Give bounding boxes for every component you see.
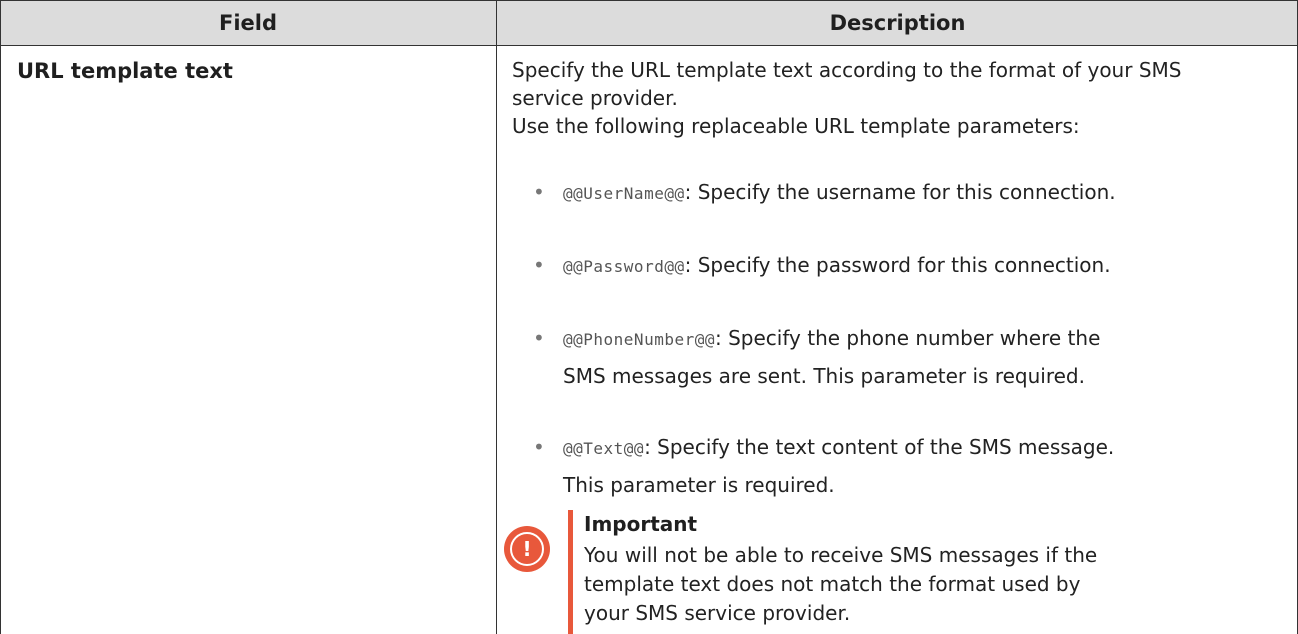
bullet-icon: • — [533, 180, 545, 204]
param-desc: : Specify the username for this connecti… — [684, 180, 1116, 204]
important-line-1: You will not be able to receive SMS mess… — [584, 543, 1098, 567]
important-title: Important — [584, 512, 698, 536]
param-desc-line-2: SMS messages are sent. This parameter is… — [563, 364, 1085, 388]
important-accent-bar — [568, 510, 573, 634]
important-line-2: template text does not match the format … — [584, 572, 1081, 596]
table-border-left — [0, 0, 1, 634]
header-field: Field — [0, 0, 496, 45]
param-desc: : Specify the phone number where the — [715, 326, 1101, 350]
header-divider — [0, 45, 1298, 46]
table-border-top — [0, 0, 1298, 1]
header-description-label: Description — [829, 10, 966, 35]
param-item-text: • @@Text@@: Specify the text content of … — [533, 429, 1114, 503]
bullet-icon: • — [533, 253, 545, 277]
param-desc-line-2: This parameter is required. — [563, 473, 835, 497]
description-intro: Specify the URL template text according … — [512, 56, 1284, 140]
param-code: @@Password@@ — [563, 257, 685, 276]
important-line-3: your SMS service provider. — [584, 601, 851, 625]
param-code: @@Text@@ — [563, 439, 645, 458]
param-desc: : Specify the text content of the SMS me… — [644, 435, 1115, 459]
important-text: You will not be able to receive SMS mess… — [584, 541, 1174, 628]
param-desc: : Specify the password for this connecti… — [684, 253, 1111, 277]
param-item-phonenumber: • @@PhoneNumber@@: Specify the phone num… — [533, 320, 1100, 394]
intro-line-2: service provider. — [512, 86, 678, 110]
intro-line-3: Use the following replaceable URL templa… — [512, 114, 1080, 138]
parameter-table: Field Description URL template text Spec… — [0, 0, 1298, 634]
intro-line-1: Specify the URL template text according … — [512, 58, 1182, 82]
bullet-icon: • — [533, 435, 545, 459]
bullet-icon: • — [533, 326, 545, 350]
param-item-password: • @@Password@@: Specify the password for… — [533, 247, 1111, 285]
field-name-cell: URL template text — [17, 59, 233, 83]
param-code: @@PhoneNumber@@ — [563, 330, 715, 349]
param-item-username: • @@UserName@@: Specify the username for… — [533, 174, 1116, 212]
header-field-label: Field — [218, 10, 278, 35]
column-divider — [496, 0, 497, 634]
param-code: @@UserName@@ — [563, 184, 685, 203]
header-description: Description — [497, 0, 1298, 45]
exclamation-icon: ! — [504, 526, 550, 572]
